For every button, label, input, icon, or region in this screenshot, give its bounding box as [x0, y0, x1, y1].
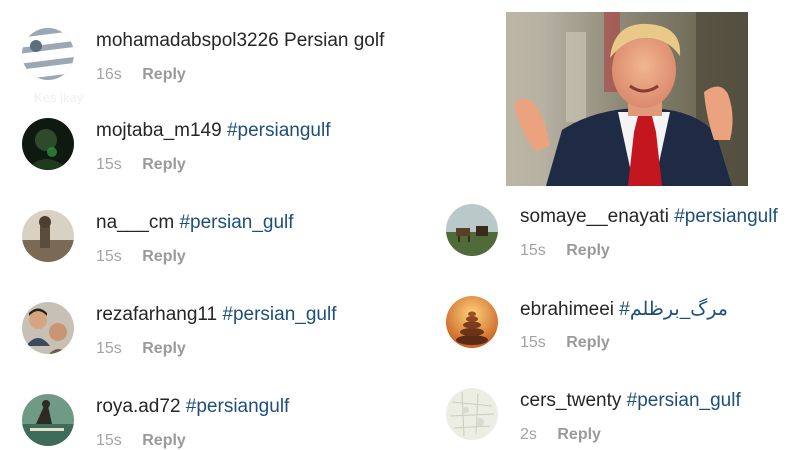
comment-hashtag[interactable]: #persiangulf [227, 120, 331, 141]
comment-text: ebrahimeei #مرگ_برظلم [520, 298, 728, 321]
comment-username[interactable]: cers_twenty [520, 390, 621, 411]
reply-button[interactable]: Reply [142, 248, 186, 265]
striped-avatar-icon[interactable] [22, 28, 74, 80]
comment-username[interactable]: somaye__enayati [520, 206, 669, 227]
comment-meta: 15s Reply [520, 334, 610, 352]
comment-time: 2s [520, 426, 537, 443]
comment-text: roya.ad72 #persiangulf [96, 396, 289, 418]
comment-username[interactable]: ebrahimeei [520, 299, 614, 320]
comment-time: 15s [96, 248, 122, 265]
comment-meta: 15s Reply [96, 156, 186, 174]
comment-text: somaye__enayati #persiangulf [520, 206, 778, 228]
surfer-avatar[interactable] [22, 394, 74, 446]
comment-username[interactable]: mojtaba_m149 [96, 120, 222, 141]
comment-time: 15s [520, 242, 546, 259]
comment-hashtag[interactable]: #persiangulf [674, 206, 778, 227]
horses-avatar[interactable] [446, 204, 498, 256]
comment-time: 15s [96, 156, 122, 173]
comment-hashtag[interactable]: #persiangulf [186, 396, 290, 417]
comment-time: 15s [96, 432, 122, 449]
map-avatar[interactable] [446, 388, 498, 440]
landscape-avatar[interactable] [22, 210, 74, 262]
comment-body: Persian golf [284, 30, 385, 51]
dark-portrait-avatar[interactable] [22, 118, 74, 170]
man-in-suit-photo [506, 12, 748, 186]
comment-hashtag[interactable]: #persian_gulf [222, 304, 336, 325]
comment-meta: 15s Reply [96, 432, 186, 450]
comment-time: 15s [96, 340, 122, 357]
comment-text: rezafarhang11 #persian_gulf [96, 304, 337, 326]
reply-button[interactable]: Reply [557, 426, 601, 443]
reply-button[interactable]: Reply [566, 242, 610, 259]
comment-username[interactable]: mohamadabspol3226 [96, 30, 279, 51]
comment-meta: 15s Reply [520, 242, 610, 260]
stones-sunset-avatar[interactable] [446, 296, 498, 348]
comment-text: mojtaba_m149 #persiangulf [96, 120, 331, 142]
comment-hashtag[interactable]: #persian_gulf [627, 390, 741, 411]
comment-username[interactable]: na___cm [96, 212, 174, 233]
comment-text: na___cm #persian_gulf [96, 212, 294, 234]
comment-hashtag[interactable]: #persian_gulf [179, 212, 293, 233]
comment-meta: 15s Reply [96, 248, 186, 266]
comment-text: mohamadabspol3226 Persian golf [96, 30, 384, 52]
reply-button[interactable]: Reply [142, 340, 186, 357]
comment-time: 16s [96, 66, 122, 83]
faded-background-text: Kes lkay [34, 90, 84, 105]
comment-meta: 16s Reply [96, 66, 186, 84]
comment-meta: 15s Reply [96, 340, 186, 358]
reply-button[interactable]: Reply [142, 66, 186, 83]
comment-time: 15s [520, 334, 546, 351]
comment-hashtag[interactable]: #مرگ_برظلم [619, 299, 728, 320]
comment-meta: 2s Reply [520, 426, 601, 444]
couple-avatar[interactable] [22, 302, 74, 354]
comment-text: cers_twenty #persian_gulf [520, 390, 741, 412]
reply-button[interactable]: Reply [142, 156, 186, 173]
reply-button[interactable]: Reply [142, 432, 186, 449]
reply-button[interactable]: Reply [566, 334, 610, 351]
comment-username[interactable]: roya.ad72 [96, 396, 181, 417]
comment-username[interactable]: rezafarhang11 [96, 304, 217, 325]
